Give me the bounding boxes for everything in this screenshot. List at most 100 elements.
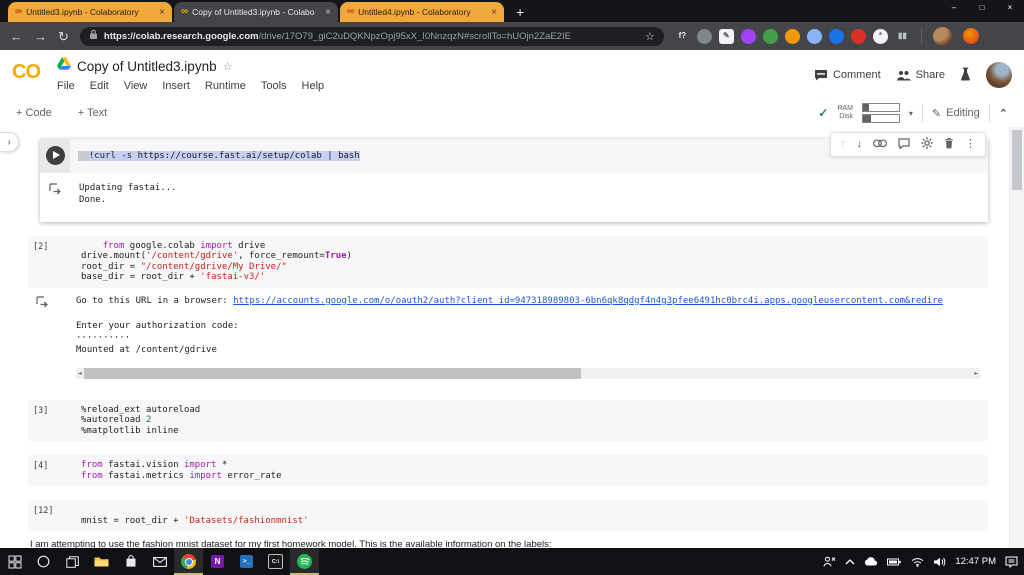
code-cell[interactable]: [2] from google.colab import drive drive.… <box>28 235 988 386</box>
colab-menubar: File Edit View Insert Runtime Tools Help <box>57 80 324 92</box>
shield-extension-icon[interactable] <box>828 28 844 44</box>
atom-extension-icon[interactable]: * <box>872 28 888 44</box>
menu-edit[interactable]: Edit <box>90 80 109 92</box>
back-button[interactable]: ← <box>10 30 23 43</box>
people-icon[interactable] <box>823 556 836 567</box>
task-view-button[interactable] <box>58 548 87 575</box>
new-tab-button[interactable]: + <box>506 2 534 22</box>
resources-dropdown-icon[interactable]: ▾ <box>909 109 913 118</box>
oauth-link[interactable]: https://accounts.google.com/o/oauth2/aut… <box>233 296 943 306</box>
search-button[interactable] <box>29 548 58 575</box>
reload-button[interactable]: ↻ <box>58 30 69 43</box>
cell-exec-count[interactable]: [4] <box>28 455 73 486</box>
battery-icon[interactable] <box>887 558 902 566</box>
more-cell-actions-button[interactable]: ⋮ <box>965 139 976 150</box>
tray-chevron-up-icon[interactable] <box>845 558 855 565</box>
purple-extension-icon[interactable] <box>740 28 756 44</box>
start-button[interactable] <box>0 548 29 575</box>
flask-icon[interactable] <box>960 67 971 84</box>
tab-close-icon[interactable]: × <box>159 7 165 18</box>
orange-extension-icon[interactable] <box>784 28 800 44</box>
code-cell[interactable]: [4] from fastai.vision import * from fasta… <box>28 455 988 486</box>
address-bar[interactable]: https://colab.research.google.com/drive/… <box>79 26 664 46</box>
star-notebook-icon[interactable]: ☆ <box>223 60 233 73</box>
comment-button[interactable]: Comment <box>814 69 881 81</box>
menu-runtime[interactable]: Runtime <box>205 80 246 92</box>
cell-exec-count[interactable]: [3] <box>28 400 73 442</box>
browser-tab[interactable]: ∞ Untitled3.ipynb - Colaboratory × <box>8 2 172 22</box>
share-button[interactable]: Share <box>896 69 945 81</box>
cell-code-editor[interactable]: %reload_ext autoreload %autoreload 2 %matp… <box>73 400 988 442</box>
chrome-icon[interactable] <box>174 548 203 575</box>
window-close-button[interactable]: × <box>996 0 1024 15</box>
cell-exec-count[interactable]: [12] <box>28 500 73 531</box>
hscroll-thumb[interactable] <box>83 367 582 379</box>
window-maximize-button[interactable]: □ <box>968 0 996 15</box>
code-cell[interactable]: [3] %reload_ext autoreload %autoreload 2 %m… <box>28 399 988 442</box>
browser-tab-active[interactable]: ∞ Copy of Untitled3.ipynb - Colabo × <box>174 2 338 22</box>
menu-help[interactable]: Help <box>302 80 325 92</box>
mail-icon[interactable] <box>145 548 174 575</box>
tab-close-icon[interactable]: × <box>491 7 497 18</box>
profile-avatar[interactable] <box>986 62 1012 88</box>
cell-code-editor[interactable]: from fastai.vision import * from fastai.m… <box>73 455 988 486</box>
file-explorer-icon[interactable] <box>87 548 116 575</box>
powershell-icon[interactable]: >_ <box>232 548 261 575</box>
cell-settings-button[interactable] <box>921 137 933 152</box>
menu-insert[interactable]: Insert <box>162 80 190 92</box>
blue-circle-extension-icon[interactable] <box>806 28 822 44</box>
move-cell-down-button[interactable]: ↓ <box>857 139 863 150</box>
colab-logo[interactable]: CO <box>12 61 41 84</box>
forward-button[interactable]: → <box>34 30 47 43</box>
vertical-scrollbar-thumb[interactable] <box>1012 130 1022 190</box>
notebook-title[interactable]: Copy of Untitled3.ipynb <box>77 59 217 74</box>
action-center-icon[interactable] <box>1005 556 1018 568</box>
colab-favicon: ∞ <box>347 6 355 17</box>
cmd-icon[interactable]: C:\ <box>261 548 290 575</box>
copy-cell-link-button[interactable] <box>873 139 887 151</box>
editing-mode-button[interactable]: ✎ Editing <box>932 107 980 120</box>
markdown-text-cell[interactable]: I am attempting to use the fashion mnist… <box>30 539 988 548</box>
vertical-scrollbar[interactable] <box>1009 127 1024 548</box>
tab-close-icon[interactable]: × <box>325 7 331 18</box>
colab-favicon: ∞ <box>181 6 189 17</box>
onedrive-cloud-icon[interactable] <box>864 557 878 566</box>
browser-profile-avatar[interactable] <box>932 26 952 46</box>
microsoft-store-icon[interactable] <box>116 548 145 575</box>
onenote-icon[interactable]: N <box>203 548 232 575</box>
green-hexagon-extension-icon[interactable] <box>762 28 778 44</box>
function-extension-icon[interactable]: f? <box>675 29 690 44</box>
output-horizontal-scrollbar[interactable]: ◄ ► <box>76 367 980 379</box>
connected-check-icon: ✓ <box>818 106 829 120</box>
bookmark-star-icon[interactable]: ☆ <box>645 30 655 43</box>
collapse-header-button[interactable]: ⌃ <box>999 107 1008 120</box>
red-hand-extension-icon[interactable] <box>850 28 866 44</box>
colab-favicon: ∞ <box>15 6 23 17</box>
clock[interactable]: 12:47 PM <box>955 556 996 567</box>
menu-tools[interactable]: Tools <box>261 80 287 92</box>
wifi-icon[interactable] <box>911 557 924 567</box>
books-extension-icon[interactable]: ▮▮ <box>895 29 910 44</box>
add-comment-button[interactable] <box>898 137 910 152</box>
add-text-button[interactable]: + Text <box>78 107 107 119</box>
add-code-button[interactable]: + Code <box>16 107 52 119</box>
resource-gauges[interactable] <box>861 103 900 123</box>
chrome-update-menu-icon[interactable] <box>962 28 979 44</box>
cell-code-editor[interactable]: mnist = root_dir + 'Datasets/fashionmnis… <box>73 500 988 531</box>
window-controls: – □ × <box>940 0 1024 15</box>
code-cell[interactable]: [12] mnist = root_dir + 'Datasets/fashio… <box>28 500 988 531</box>
cell-exec-count[interactable]: [2] <box>28 236 73 288</box>
spotify-icon[interactable] <box>290 548 319 575</box>
menu-file[interactable]: File <box>57 80 75 92</box>
pen-extension-icon[interactable]: ✎ <box>718 28 734 44</box>
sidebar-expand-button[interactable]: › <box>0 132 19 152</box>
delete-cell-button[interactable] <box>944 137 954 152</box>
run-cell-button[interactable] <box>45 146 65 165</box>
browser-tab[interactable]: ∞ Untitled4.ipynb - Colaboratory × <box>340 2 504 22</box>
gray-extension-icon[interactable] <box>696 28 712 44</box>
menu-view[interactable]: View <box>124 80 148 92</box>
volume-icon[interactable] <box>933 557 946 567</box>
window-minimize-button[interactable]: – <box>940 0 968 15</box>
move-cell-up-button[interactable]: ↑ <box>840 139 846 150</box>
cell-code-editor[interactable]: from google.colab import drive drive.moun… <box>73 236 988 288</box>
